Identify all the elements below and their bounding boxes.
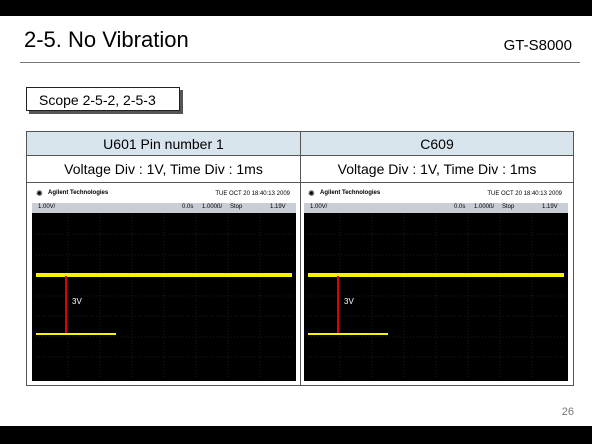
trigger-level: 1.19V bbox=[270, 204, 286, 210]
agilent-logo-icon: ✺ bbox=[308, 189, 315, 198]
voltage-marker bbox=[337, 276, 339, 333]
delay-value: 0.0s bbox=[454, 204, 466, 210]
measurement-table: U601 Pin number 1 C609 Voltage Div : 1V,… bbox=[26, 131, 574, 386]
channel-scale: 1.00V/ bbox=[310, 204, 328, 210]
trigger-level: 1.19V bbox=[542, 204, 558, 210]
col1-header: U601 Pin number 1 bbox=[27, 132, 300, 156]
voltage-marker-label: 3V bbox=[344, 297, 354, 306]
oscilloscope-screen-1: ✺ Agilent Technologies TUE OCT 20 18:40:… bbox=[32, 187, 296, 381]
page-title: 2-5. No Vibration bbox=[24, 27, 189, 52]
scope-brand: Agilent Technologies bbox=[320, 190, 381, 196]
scope-grid bbox=[308, 214, 564, 378]
run-mode: Stop bbox=[230, 204, 243, 210]
scope-brand-bar: ✺ Agilent Technologies TUE OCT 20 18:40:… bbox=[32, 187, 296, 203]
scope-status-bar: 1.00V/ 0.0s 1.000ß/ Stop 1.19V bbox=[304, 203, 568, 213]
scope-grid bbox=[36, 214, 292, 378]
page-number: 26 bbox=[561, 406, 574, 418]
voltage-marker-label: 3V bbox=[72, 297, 82, 306]
trace-high-level bbox=[36, 273, 292, 277]
run-mode: Stop bbox=[502, 204, 515, 210]
trace-high-level bbox=[308, 273, 564, 277]
trace-ground-level bbox=[308, 333, 388, 335]
model-name: GT-S8000 bbox=[503, 37, 572, 54]
trace-ground-level bbox=[36, 333, 116, 335]
scope-status-bar: 1.00V/ 0.0s 1.000ß/ Stop 1.19V bbox=[32, 203, 296, 213]
col2-settings: Voltage Div : 1V, Time Div : 1ms bbox=[301, 156, 573, 183]
scope-label-box: Scope 2-5-2, 2-5-3 bbox=[26, 87, 180, 111]
col1-settings: Voltage Div : 1V, Time Div : 1ms bbox=[27, 156, 300, 183]
title-divider bbox=[20, 62, 580, 63]
agilent-logo-icon: ✺ bbox=[36, 189, 43, 198]
channel-scale: 1.00V/ bbox=[38, 204, 56, 210]
delay-value: 0.0s bbox=[182, 204, 194, 210]
column-divider bbox=[300, 132, 301, 385]
scope-brand-bar: ✺ Agilent Technologies TUE OCT 20 18:40:… bbox=[304, 187, 568, 203]
voltage-marker bbox=[65, 276, 67, 333]
scope-brand: Agilent Technologies bbox=[48, 190, 109, 196]
bottom-bar bbox=[0, 426, 592, 444]
col2-header: C609 bbox=[301, 132, 573, 156]
scope-timestamp: TUE OCT 20 18:40:13 2009 bbox=[487, 191, 562, 197]
timebase-value: 1.000ß/ bbox=[474, 204, 495, 210]
scope-timestamp: TUE OCT 20 18:40:13 2009 bbox=[215, 191, 290, 197]
timebase-value: 1.000ß/ bbox=[202, 204, 223, 210]
oscilloscope-screen-2: ✺ Agilent Technologies TUE OCT 20 18:40:… bbox=[304, 187, 568, 381]
top-bar bbox=[0, 0, 592, 16]
